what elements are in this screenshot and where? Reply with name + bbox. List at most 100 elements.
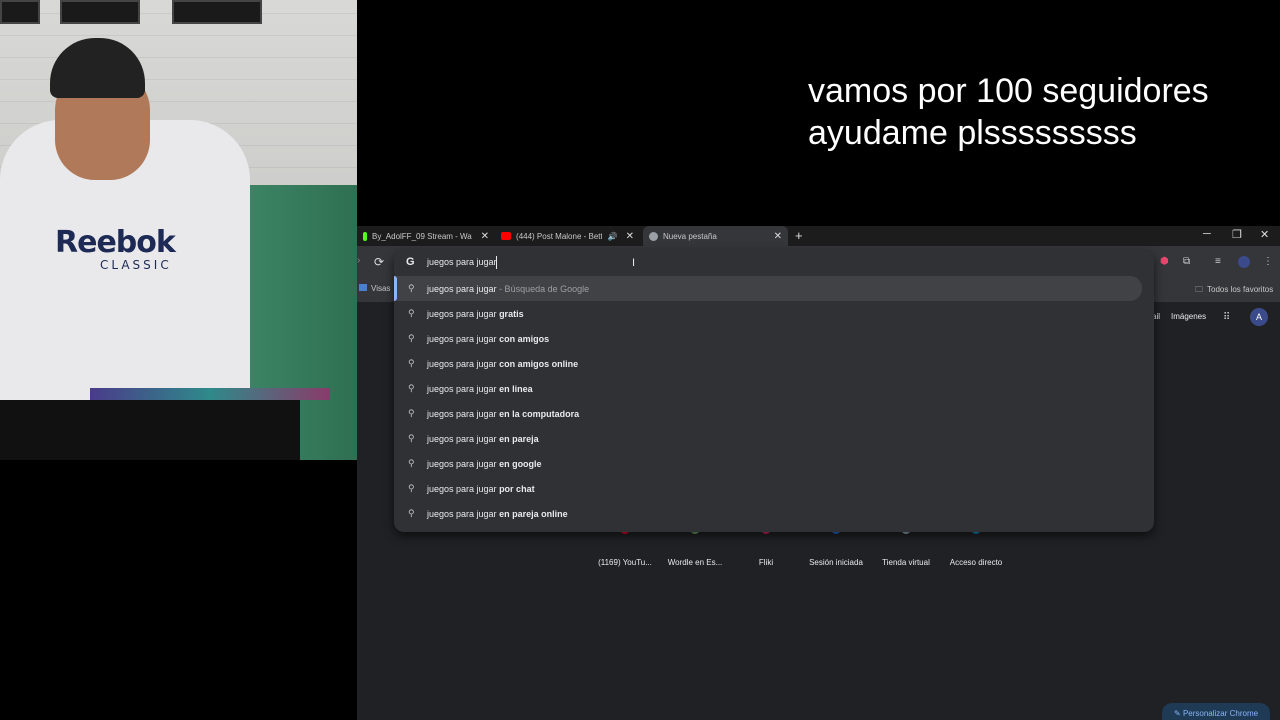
text-caret [496, 256, 497, 269]
suggestion-completion: con amigos [499, 334, 550, 344]
profile-icon[interactable] [1238, 256, 1250, 268]
search-icon: ⚲ [408, 358, 415, 368]
shortcut-fliki[interactable]: Fliki [731, 528, 801, 567]
forward-icon[interactable]: › [357, 255, 360, 266]
suggestion-list: ⚲ juegos para jugar - Búsqueda de Google… [394, 276, 1154, 526]
restore-icon[interactable]: ❐ [1232, 228, 1242, 241]
all-bookmarks-label: Todos los favoritos [1207, 285, 1274, 294]
suggestion-item[interactable]: ⚲ juegos para jugar en google [394, 451, 1154, 476]
folder-icon: 🗀 [1195, 285, 1203, 294]
bookmark-visas[interactable]: Visas [359, 284, 390, 293]
shortcut-wordle[interactable]: Wordle en Es... [660, 528, 730, 567]
all-bookmarks[interactable]: 🗀 Todos los favoritos [1195, 284, 1273, 298]
suggestion-item[interactable]: ⚲ juegos para jugar por chat [394, 476, 1154, 501]
bookmark-label: Visas [371, 284, 391, 293]
shirt-sub: CLASSIC [100, 258, 172, 272]
search-icon: ⚲ [408, 308, 415, 318]
suggestion-item[interactable]: ⚲ juegos para jugar en la computadora [394, 401, 1154, 426]
suggestion-item[interactable]: ⚲ juegos para jugar con amigos [394, 326, 1154, 351]
tab-new-tab[interactable]: Nueva pestaña ✕ [643, 226, 788, 246]
tab-label: By_AdolFF_09 Stream - Watch l [372, 231, 472, 241]
suggestion-item[interactable]: ⚲ juegos para jugar en pareja [394, 426, 1154, 451]
tab-strip: By_AdolFF_09 Stream - Watch l ✕ (444) Po… [357, 226, 1280, 246]
search-icon: ⚲ [408, 383, 415, 393]
shortcut-sesion[interactable]: Sesión iniciada [801, 528, 871, 567]
close-window-icon[interactable]: ✕ [1260, 228, 1269, 241]
shortcut-label: Tienda virtual [882, 558, 930, 567]
shortcut-tienda[interactable]: Tienda virtual [871, 528, 941, 567]
kick-icon [363, 231, 367, 241]
suggestion-completion: en pareja online [499, 509, 568, 519]
reload-icon[interactable]: ⟳ [374, 255, 384, 269]
avatar[interactable]: A [1250, 308, 1268, 326]
shirt-brand: Reebok [55, 225, 176, 260]
suggestion-desc: - Búsqueda de Google [496, 284, 590, 294]
google-icon: G [406, 256, 415, 268]
webcam-feed: Reebok CLASSIC [0, 0, 357, 460]
search-icon: ⚲ [408, 408, 415, 418]
shortcut-label: Acceso directo [949, 558, 1003, 567]
suggestion-completion: en google [499, 459, 542, 469]
suggestion-prefix: juegos para jugar [427, 284, 497, 294]
address-input[interactable]: juegos para jugar [427, 257, 497, 267]
speaker-icon[interactable]: 🔊 [608, 232, 618, 241]
search-icon: ⚲ [408, 458, 415, 468]
youtube-icon [501, 232, 512, 240]
cursor-ibeam-icon: I [632, 257, 636, 269]
tab-label: (444) Post Malone - Better [516, 231, 602, 241]
suggestion-completion: por chat [499, 484, 535, 494]
suggestion-item[interactable]: ⚲ juegos para jugar gratis [394, 301, 1154, 326]
shortcut-acceso[interactable]: Acceso directo [941, 528, 1011, 567]
suggestion-prefix: juegos para jugar [427, 309, 500, 319]
suggestion-prefix: juegos para jugar [427, 359, 500, 369]
caption-line-1: vamos por 100 seguidores [808, 72, 1209, 110]
suggestion-prefix: juegos para jugar [427, 409, 500, 419]
shortcut-youtube[interactable]: (1169) YouTu... [590, 528, 660, 567]
shortcut-label: Wordle en Es... [667, 558, 723, 567]
wall-frame [60, 0, 140, 24]
search-icon: ⚲ [408, 333, 415, 343]
suggestion-completion: gratis [499, 309, 524, 319]
search-icon: ⚲ [408, 483, 415, 493]
close-icon[interactable]: ✕ [481, 231, 489, 242]
suggestion-completion: en la computadora [499, 409, 580, 419]
shortcut-label: Fliki [758, 558, 774, 567]
black-panel [0, 460, 321, 720]
minimize-icon[interactable]: ─ [1203, 228, 1211, 240]
suggestion-prefix: juegos para jugar [427, 484, 500, 494]
google-apps-icon[interactable]: ⠿ [1223, 312, 1235, 324]
suggestion-item[interactable]: ⚲ juegos para jugar en linea [394, 376, 1154, 401]
menu-icon[interactable]: ⋮ [1263, 256, 1275, 268]
tab-kick-stream[interactable]: By_AdolFF_09 Stream - Watch l ✕ [357, 226, 495, 246]
close-icon[interactable]: ✕ [626, 231, 634, 242]
new-tab-icon[interactable]: + [795, 228, 803, 243]
stream-caption: vamos por 100 seguidores ayudame plsssss… [808, 70, 1209, 154]
images-link[interactable]: Imágenes [1171, 312, 1206, 321]
suggestion-completion: en pareja [499, 434, 539, 444]
media-control-icon[interactable]: ≡ [1215, 256, 1227, 268]
suggestion-prefix: juegos para jugar [427, 459, 500, 469]
caption-line-2: ayudame plsssssssss [808, 114, 1137, 152]
suggestion-item[interactable]: ⚲ juegos para jugar en pareja online [394, 501, 1154, 526]
tab-youtube[interactable]: (444) Post Malone - Better 🔊 ✕ [495, 226, 640, 246]
laptop [0, 400, 300, 460]
extensions-icon[interactable]: ⧉ [1183, 256, 1195, 268]
pencil-icon: ✎ [1174, 709, 1181, 718]
shortcut-label: Sesión iniciada [809, 558, 863, 567]
search-icon: ⚲ [408, 508, 415, 518]
shield-extension-icon[interactable]: ⬢ [1160, 256, 1172, 268]
bookmark-icon [359, 284, 367, 291]
address-bar[interactable]: G juegos para jugar I [394, 250, 1154, 276]
chrome-icon [649, 231, 658, 241]
customize-label: Personalizar Chrome [1182, 709, 1259, 718]
suggestion-prefix: juegos para jugar [427, 509, 500, 519]
customize-chrome-button[interactable]: ✎ Personalizar Chrome [1162, 703, 1270, 720]
screen: Reebok CLASSIC vamos por 100 seguidores … [0, 0, 1280, 720]
suggestion-item[interactable]: ⚲ juegos para jugar con amigos online [394, 351, 1154, 376]
search-icon: ⚲ [408, 433, 415, 443]
wall-frame [0, 0, 40, 24]
keyboard-lights [90, 388, 330, 400]
suggestion-item[interactable]: ⚲ juegos para jugar - Búsqueda de Google [394, 276, 1142, 301]
suggestion-prefix: juegos para jugar [427, 384, 500, 394]
close-icon[interactable]: ✕ [774, 231, 782, 242]
